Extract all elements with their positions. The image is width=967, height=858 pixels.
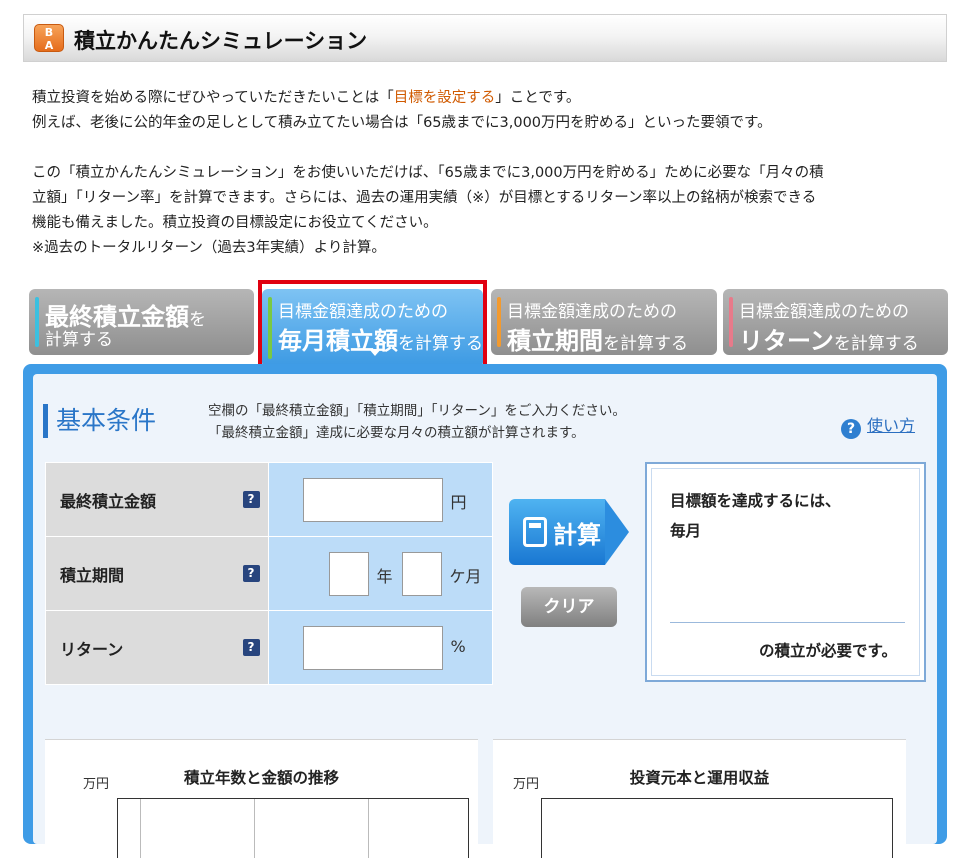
tab-final-amount[interactable]: 最終積立金額を 計算する [29, 289, 254, 355]
simulation-panel-inner: 基本条件 空欄の「最終積立金額」「積立期間」「リターン」をご入力ください。 「最… [33, 374, 937, 858]
calculate-button[interactable]: 計算 [509, 499, 631, 565]
intro-para2-line-2: 立額」「リターン率」を計算できます。さらには、過去の運用実績（※）が目標とするリ… [32, 190, 817, 206]
section-title: 基本条件 [43, 404, 156, 438]
chart-accumulation-trend: 積立年数と金額の推移 万円 [45, 739, 478, 858]
help-icon: ? [841, 419, 861, 439]
chart-unit: 万円 [83, 777, 110, 792]
page-title: 積立かんたんシミュレーション [74, 29, 368, 53]
simulation-panel: 基本条件 空欄の「最終積立金額」「積立期間」「リターン」をご入力ください。 「最… [23, 364, 947, 858]
intro-highlight: 目標を設定する [393, 90, 496, 106]
intro-line-2: 例えば、老後に公的年金の足しとして積み立てたい場合は「65歳までに3,000万円… [32, 115, 772, 131]
chart-title: 投資元本と運用収益 [629, 769, 770, 787]
question-icon[interactable]: ? [242, 491, 260, 508]
chart-principal-and-gains: 投資元本と運用収益 万円 [493, 739, 906, 858]
header-app-icon: BA [34, 24, 64, 52]
tab-color-bar [729, 297, 733, 347]
tab-return[interactable]: 目標金額達成のための リターンを計算する [723, 289, 948, 355]
page-header: BA 積立かんたんシミュレーション [23, 14, 947, 62]
condition-form: 最終積立金額? 円 積立期間? 年 ケ月 リターン? % [45, 462, 494, 685]
form-row-period: 積立期間? 年 ケ月 [45, 536, 494, 611]
clear-button[interactable]: クリア [521, 587, 617, 627]
result-line-2: 毎月 [670, 522, 702, 540]
years-unit: 年 [376, 567, 393, 586]
intro-para2-line-3: 機能も備えました。積立投資の目標設定にお役立てください。 [32, 215, 438, 231]
chart-title: 積立年数と金額の推移 [183, 769, 339, 787]
intro-text: 積立投資を始める際にぜひやっていただきたいことは「目標を設定する」ことです。 例… [32, 86, 942, 261]
final-amount-input[interactable] [302, 478, 443, 522]
tab-color-bar [497, 297, 501, 347]
section-description: 空欄の「最終積立金額」「積立期間」「リターン」をご入力ください。 「最終積立金額… [208, 403, 626, 441]
result-line-3: の積立が必要です。 [759, 642, 897, 660]
chart-unit: 万円 [513, 777, 540, 792]
amount-unit: 円 [450, 493, 467, 512]
question-icon[interactable]: ? [242, 565, 260, 582]
intro-para2-line-1: この「積立かんたんシミュレーション」をお使いいただけば、「65歳までに3,000… [32, 165, 824, 181]
return-unit: % [450, 637, 466, 656]
result-box: 目標額を達成するには、 毎月 の積立が必要です。 [645, 462, 926, 682]
months-input[interactable] [401, 552, 442, 596]
help-link[interactable]: ? 使い方 [841, 412, 915, 439]
intro-line-1: 積立投資を始める際にぜひやっていただきたいことは「目標を設定する」ことです。 [32, 90, 581, 106]
return-input[interactable] [302, 626, 443, 670]
months-unit: ケ月 [449, 567, 482, 586]
years-input[interactable] [328, 552, 369, 596]
result-divider [670, 622, 905, 623]
calculator-icon [523, 517, 547, 547]
tab-color-bar [35, 297, 39, 347]
chart-plot-area [117, 798, 469, 858]
tab-period[interactable]: 目標金額達成のための 積立期間を計算する [491, 289, 717, 355]
question-icon[interactable]: ? [242, 639, 260, 656]
form-row-return: リターン? % [45, 610, 494, 685]
active-tab-highlight [258, 280, 487, 377]
intro-note: ※過去のトータルリターン（過去3年実績）より計算。 [32, 240, 386, 256]
result-line-1: 目標額を達成するには、 [670, 492, 841, 510]
form-row-amount: 最終積立金額? 円 [45, 462, 494, 537]
chart-plot-area [541, 798, 893, 858]
